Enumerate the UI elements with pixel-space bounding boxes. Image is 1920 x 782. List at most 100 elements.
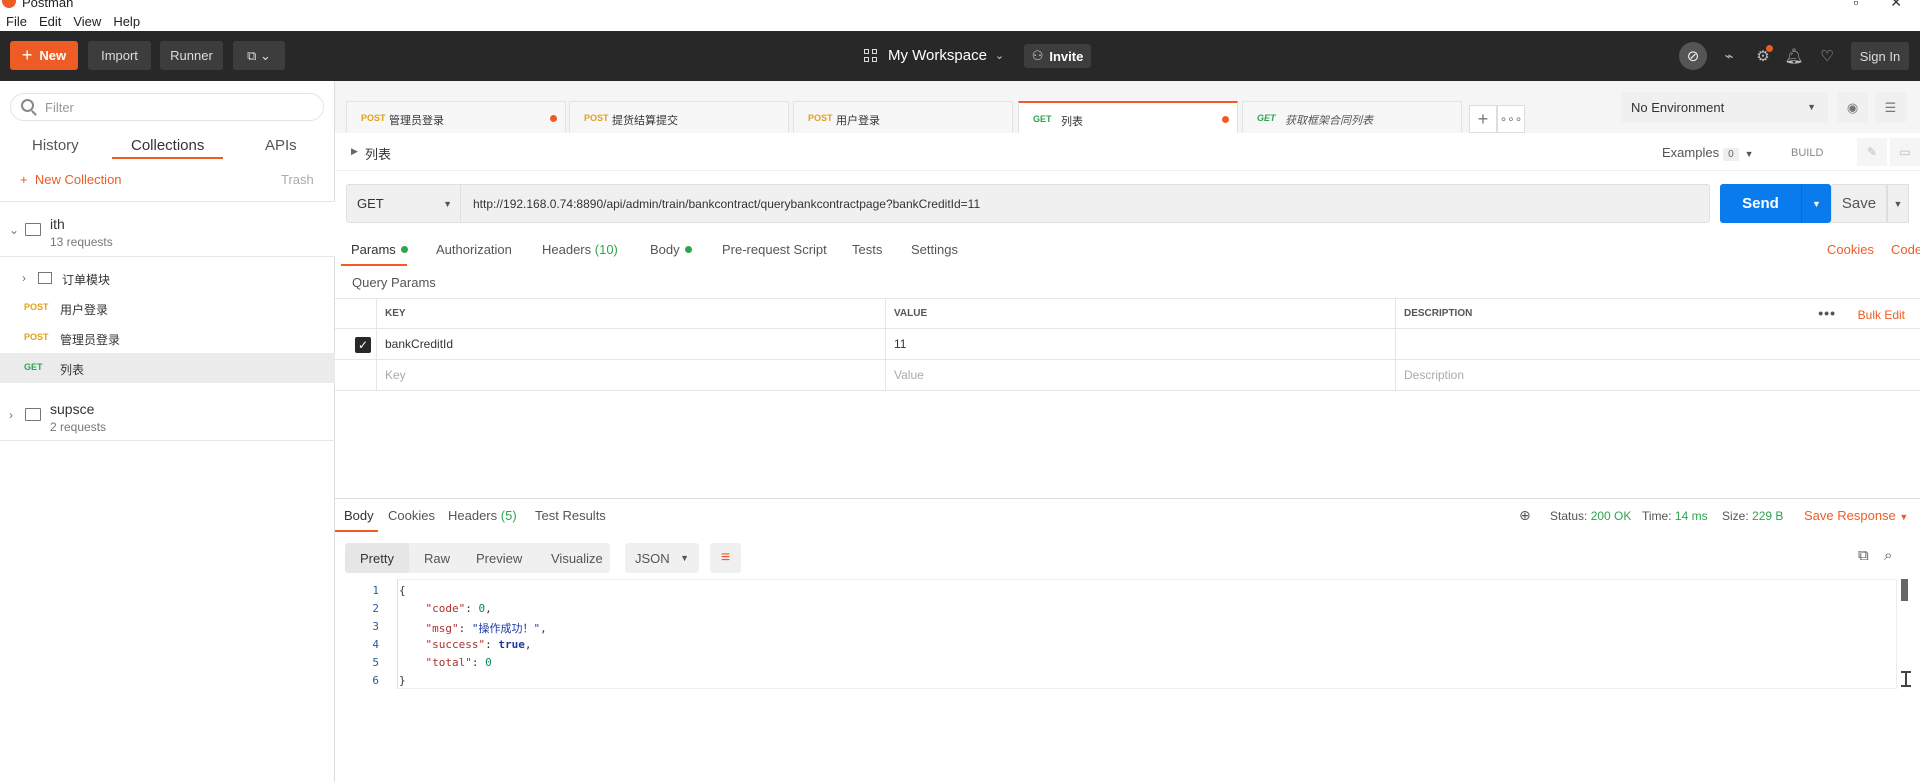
chevron-right-icon[interactable]: › — [22, 271, 26, 285]
search-icon[interactable]: ⌕ — [1884, 547, 1892, 564]
tab-response-cookies[interactable]: Cookies — [388, 508, 435, 523]
cookies-link[interactable]: Cookies — [1827, 242, 1874, 257]
request-tab[interactable]: POST 管理员登录 — [346, 101, 566, 133]
chevron-down-icon: ⌄ — [994, 50, 1005, 62]
invite-button[interactable]: ⚇ Invite — [1024, 44, 1091, 68]
tab-test-results[interactable]: Test Results — [535, 508, 606, 523]
send-options-button[interactable]: ▼ — [1801, 184, 1831, 223]
tab-name: 列表 — [1061, 116, 1083, 128]
view-pretty[interactable]: Pretty — [345, 543, 409, 573]
tab-body[interactable]: Body — [650, 242, 692, 257]
new-collection-button[interactable]: + New Collection — [20, 172, 122, 187]
view-raw[interactable]: Raw — [424, 543, 450, 573]
menu-view[interactable]: View — [73, 14, 101, 29]
request-tab[interactable]: POST 提货结算提交 — [569, 101, 789, 133]
chevron-right-icon[interactable]: › — [9, 408, 13, 422]
maximize-icon[interactable]: ▫ — [1853, 0, 1858, 10]
value-input[interactable]: Value — [885, 360, 1395, 390]
menu-edit[interactable]: Edit — [39, 14, 61, 29]
bell-icon[interactable]: 🔔︎ — [1782, 44, 1806, 68]
menu-file[interactable]: File — [6, 14, 27, 29]
sign-in-button[interactable]: Sign In — [1851, 42, 1909, 70]
new-tab-button[interactable]: + — [1469, 105, 1497, 133]
tab-response-headers[interactable]: Headers (5) — [448, 508, 517, 523]
satellite-icon[interactable]: ⌁ — [1717, 44, 1741, 68]
chevron-down-icon[interactable]: ⌄ — [9, 223, 19, 237]
environment-selector[interactable]: No Environment ▼ — [1621, 92, 1828, 123]
code-link[interactable]: Code — [1891, 242, 1920, 257]
tab-params[interactable]: Params — [351, 242, 408, 257]
json-value: 0 — [485, 656, 492, 669]
collection-name: supsce — [50, 401, 95, 417]
request-item[interactable]: POST 管理员登录 — [0, 323, 335, 353]
more-tabs-button[interactable]: ∘∘∘ — [1497, 105, 1525, 133]
code-text: "success": true, — [425, 638, 532, 651]
wrap-lines-icon[interactable]: ≡ — [710, 543, 741, 573]
sliders-icon[interactable]: ☰ — [1875, 92, 1906, 123]
save-options-button[interactable]: ▼ — [1887, 184, 1909, 223]
tab-history[interactable]: History — [32, 137, 79, 154]
filter-input[interactable]: Filter — [10, 93, 324, 121]
key-input[interactable]: Key — [376, 360, 885, 390]
more-options-icon[interactable]: ••• — [1818, 305, 1836, 321]
sync-off-icon[interactable]: ⊘ — [1679, 42, 1707, 70]
param-checkbox[interactable]: ✓ — [355, 337, 371, 353]
examples-count: 0 — [1723, 148, 1739, 161]
method-badge: POST — [24, 332, 49, 342]
request-tab-active[interactable]: GET 列表 — [1018, 101, 1238, 133]
comment-icon[interactable]: ▭ — [1890, 138, 1920, 166]
response-code: 1 { 2 "code": 0, 3 "msg": "操作成功！", 4 "suc… — [335, 580, 1900, 690]
copy-icon[interactable]: ⧉ — [1858, 547, 1869, 564]
param-key[interactable]: bankCreditId — [376, 329, 885, 359]
tab-prerequest-script[interactable]: Pre-request Script — [722, 242, 827, 257]
param-value[interactable]: 11 — [885, 329, 1395, 359]
new-window-icon: ⧉ ⌄ — [247, 47, 271, 63]
save-button[interactable]: Save — [1831, 184, 1887, 223]
tab-response-body[interactable]: Body — [344, 508, 374, 523]
tab-authorization[interactable]: Authorization — [436, 242, 512, 257]
tab-collections[interactable]: Collections — [131, 137, 204, 154]
request-item[interactable]: POST 用户登录 — [0, 293, 335, 323]
trash-button[interactable]: Trash — [281, 172, 314, 187]
settings-icon[interactable]: ⚙ — [1751, 44, 1775, 68]
close-icon[interactable]: ✕ — [1890, 0, 1902, 10]
folder-item[interactable]: › 订单模块 — [0, 263, 335, 293]
expand-icon[interactable]: ▶ — [351, 146, 358, 157]
tab-settings[interactable]: Settings — [911, 242, 958, 257]
method-value: GET — [357, 196, 384, 211]
collection-supsce[interactable]: › supsce 2 requests — [0, 389, 335, 441]
environment-label: No Environment — [1631, 100, 1725, 115]
request-tabs-bar: POST 管理员登录 POST 提货结算提交 POST 用户登录 GET 列表 … — [335, 81, 1920, 133]
globe-icon[interactable]: ⊕ — [1519, 507, 1531, 524]
send-button[interactable]: Send — [1720, 184, 1801, 223]
description-input[interactable]: Description — [1395, 360, 1920, 390]
heart-icon[interactable]: ♡ — [1815, 44, 1839, 68]
eye-icon[interactable]: ◉ — [1837, 92, 1868, 123]
save-response-button[interactable]: Save Response ▼ — [1804, 508, 1908, 523]
bulk-edit-link[interactable]: Bulk Edit — [1858, 308, 1905, 322]
view-preview[interactable]: Preview — [476, 543, 522, 573]
collection-ith[interactable]: ⌄ ith 13 requests — [0, 201, 335, 257]
method-select[interactable]: GET ▼ — [346, 184, 460, 223]
import-button[interactable]: Import — [88, 41, 151, 70]
view-visualize[interactable]: Visualize — [551, 543, 603, 573]
new-button[interactable]: + New — [10, 41, 78, 70]
url-input[interactable]: http://192.168.0.74:8890/api/admin/train… — [460, 184, 1710, 223]
request-item-active[interactable]: GET 列表 — [0, 353, 335, 383]
menu-help[interactable]: Help — [113, 14, 140, 29]
method-badge: GET — [1033, 114, 1052, 124]
scrollbar-thumb[interactable] — [1901, 579, 1908, 601]
request-tab[interactable]: GET 获取框架合同列表 — [1242, 101, 1462, 133]
line-number: 3 — [372, 620, 379, 633]
param-description[interactable] — [1395, 329, 1920, 359]
workspace-selector[interactable]: My Workspace ⌄ — [864, 47, 1004, 64]
request-tab[interactable]: POST 用户登录 — [793, 101, 1013, 133]
runner-button[interactable]: Runner — [160, 41, 223, 70]
format-select[interactable]: JSON ▼ — [625, 543, 699, 573]
tab-tests[interactable]: Tests — [852, 242, 882, 257]
new-window-button[interactable]: ⧉ ⌄ — [233, 41, 285, 70]
examples-dropdown[interactable]: Examples 0 ▼ — [1662, 145, 1754, 161]
tab-headers[interactable]: Headers (10) — [542, 242, 618, 257]
tab-apis[interactable]: APIs — [265, 137, 297, 154]
edit-icon[interactable]: ✎ — [1857, 138, 1887, 166]
